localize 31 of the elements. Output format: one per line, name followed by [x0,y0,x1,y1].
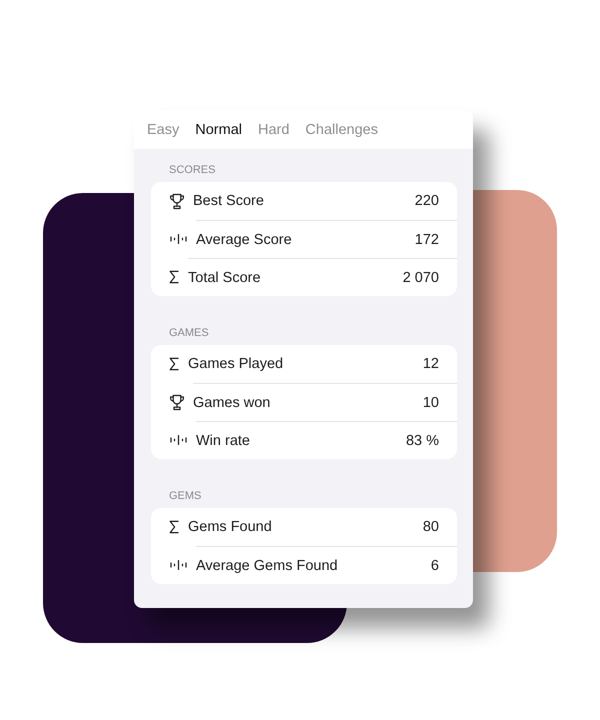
bar-marks-icon [170,435,187,445]
stat-value: 220 [414,193,439,209]
section-title: GAMES [168,326,210,340]
stat-value: 6 [430,558,439,574]
bar-marks-icon [170,234,187,244]
sum-icon [169,270,179,284]
stat-value: 80 [422,519,439,535]
stat-label: Average Gems Found [196,558,338,574]
trophy-icon [169,192,185,210]
sum-icon [169,520,179,534]
stat-value: 10 [422,394,439,410]
sum-icon [169,357,179,371]
stat-label: Total Score [188,270,261,286]
stat-label: Average Score [196,232,292,248]
stat-label: Games Played [188,356,284,372]
trophy-icon [169,394,185,410]
stat-value: 172 [414,232,439,248]
stat-label: Win rate [196,432,250,448]
stat-label: Gems Found [188,519,272,535]
stat-label: Best Score [193,193,264,209]
stat-value: 12 [422,356,439,372]
tab[interactable]: Challenges [305,120,378,138]
tab[interactable]: Easy [147,120,180,138]
tab[interactable]: Hard [258,120,290,138]
section-title: GEMS [168,489,202,503]
stat-value: 83 % [406,432,439,448]
stat-value: 2 070 [402,270,439,286]
bar-marks-icon [170,560,187,570]
stat-label: Games won [193,394,270,410]
section-title: SCORES [168,163,216,177]
tab[interactable]: Normal [195,120,242,138]
